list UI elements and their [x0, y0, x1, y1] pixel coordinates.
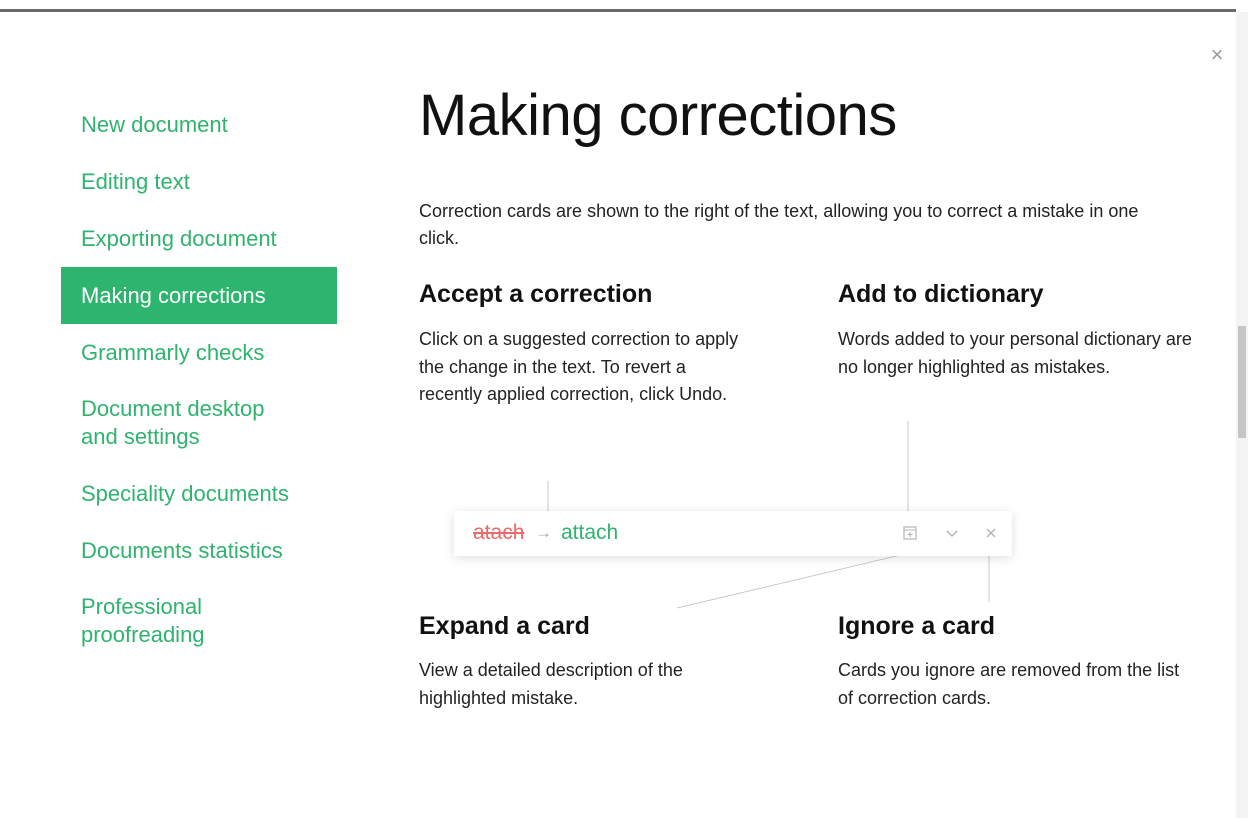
sidebar-item-professional-proofreading[interactable]: Professional proofreading	[61, 579, 261, 663]
mistake-word: atach	[473, 521, 525, 544]
intro-text: Correction cards are shown to the right …	[419, 201, 1139, 248]
chevron-down-icon[interactable]	[943, 524, 961, 542]
sidebar-item-documents-statistics[interactable]: Documents statistics	[61, 522, 337, 579]
sidebar-item-exporting-document[interactable]: Exporting document	[61, 210, 337, 267]
sidebar-item-document-desktop-settings[interactable]: Document desktop and settings	[61, 381, 311, 465]
accept-correction-text: Click on a suggested correction to apply…	[419, 329, 739, 404]
accept-correction-heading: Accept a correction	[419, 280, 653, 308]
scrollbar-thumb[interactable]	[1238, 326, 1246, 438]
ignore-icon[interactable]	[982, 524, 1000, 542]
add-to-dictionary-text: Words added to your personal dictionary …	[838, 329, 1192, 377]
scrollbar[interactable]	[1236, 12, 1248, 818]
help-sidebar: New document Editing text Exporting docu…	[61, 96, 337, 663]
arrow-icon: →	[535, 523, 552, 542]
sidebar-item-editing-text[interactable]: Editing text	[61, 153, 337, 210]
sidebar-item-making-corrections[interactable]: Making corrections	[61, 267, 337, 324]
ignore-card-text: Cards you ignore are removed from the li…	[838, 660, 1180, 708]
expand-card-heading: Expand a card	[419, 612, 590, 640]
expand-card-text: View a detailed description of the highl…	[419, 660, 683, 708]
add-to-dictionary-icon[interactable]	[901, 524, 919, 542]
suggested-correction[interactable]: attach	[561, 521, 618, 545]
ignore-card-heading: Ignore a card	[838, 612, 995, 640]
sidebar-item-grammarly-checks[interactable]: Grammarly checks	[61, 324, 337, 381]
page-title: Making corrections	[419, 83, 897, 148]
sidebar-item-speciality-documents[interactable]: Speciality documents	[61, 465, 337, 522]
correction-card[interactable]: atach → attach	[454, 511, 1012, 556]
help-page: × New document Editing text Exporting do…	[0, 0, 1248, 818]
add-to-dictionary-heading: Add to dictionary	[838, 280, 1044, 308]
sidebar-item-new-document[interactable]: New document	[61, 96, 337, 153]
main-content: Making corrections Correction cards are …	[419, 0, 1219, 818]
